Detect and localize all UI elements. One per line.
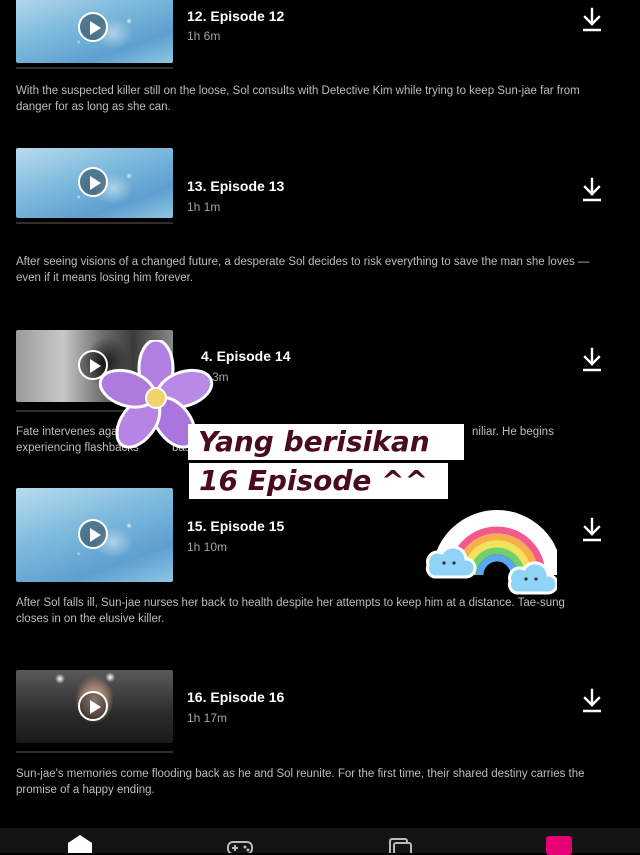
episode-thumbnail[interactable] bbox=[16, 670, 173, 743]
episode-title: 13. Episode 13 bbox=[187, 178, 285, 194]
gamepad-icon[interactable] bbox=[226, 834, 254, 853]
play-icon[interactable] bbox=[78, 691, 108, 721]
episode-duration: 1h 17m bbox=[187, 711, 228, 725]
progress-bar bbox=[16, 222, 173, 224]
description-fragment: niliar. He begins bbox=[472, 426, 554, 438]
episode-thumbnail[interactable] bbox=[16, 0, 173, 63]
rainbow-sticker-icon bbox=[425, 510, 557, 595]
episode-title: 15. Episode 15 bbox=[187, 518, 285, 534]
download-icon[interactable] bbox=[580, 517, 604, 543]
episode-thumbnail[interactable] bbox=[16, 488, 173, 582]
home-icon[interactable] bbox=[66, 834, 94, 853]
progress-bar bbox=[16, 751, 173, 753]
episode-description: After seeing visions of a changed future… bbox=[16, 256, 590, 284]
download-icon[interactable] bbox=[580, 688, 604, 714]
progress-bar bbox=[16, 67, 173, 69]
sticker-caption-line: 16 Episode ^^ bbox=[189, 463, 448, 499]
download-icon[interactable] bbox=[580, 347, 604, 373]
play-icon[interactable] bbox=[78, 519, 108, 549]
episode-duration: 1h 1m bbox=[187, 200, 221, 214]
play-icon[interactable] bbox=[78, 167, 108, 197]
episode-description: With the suspected killer still on the l… bbox=[16, 85, 580, 113]
download-icon[interactable] bbox=[580, 7, 604, 33]
play-icon[interactable] bbox=[78, 12, 108, 42]
bottom-navigation bbox=[0, 828, 640, 855]
episode-description: Sun-jae's memories come flooding back as… bbox=[16, 768, 585, 796]
episode-title: 12. Episode 12 bbox=[187, 8, 285, 24]
episode-duration: 1h 6m bbox=[187, 29, 221, 43]
download-icon[interactable] bbox=[580, 177, 604, 203]
profile-icon[interactable] bbox=[546, 836, 572, 855]
episode-title: 16. Episode 16 bbox=[187, 689, 285, 705]
sticker-caption-line: Yang berisikan bbox=[188, 424, 464, 460]
new-and-hot-icon[interactable] bbox=[386, 834, 414, 853]
episode-thumbnail[interactable] bbox=[16, 148, 173, 218]
episode-duration: 1h 10m bbox=[187, 540, 228, 554]
